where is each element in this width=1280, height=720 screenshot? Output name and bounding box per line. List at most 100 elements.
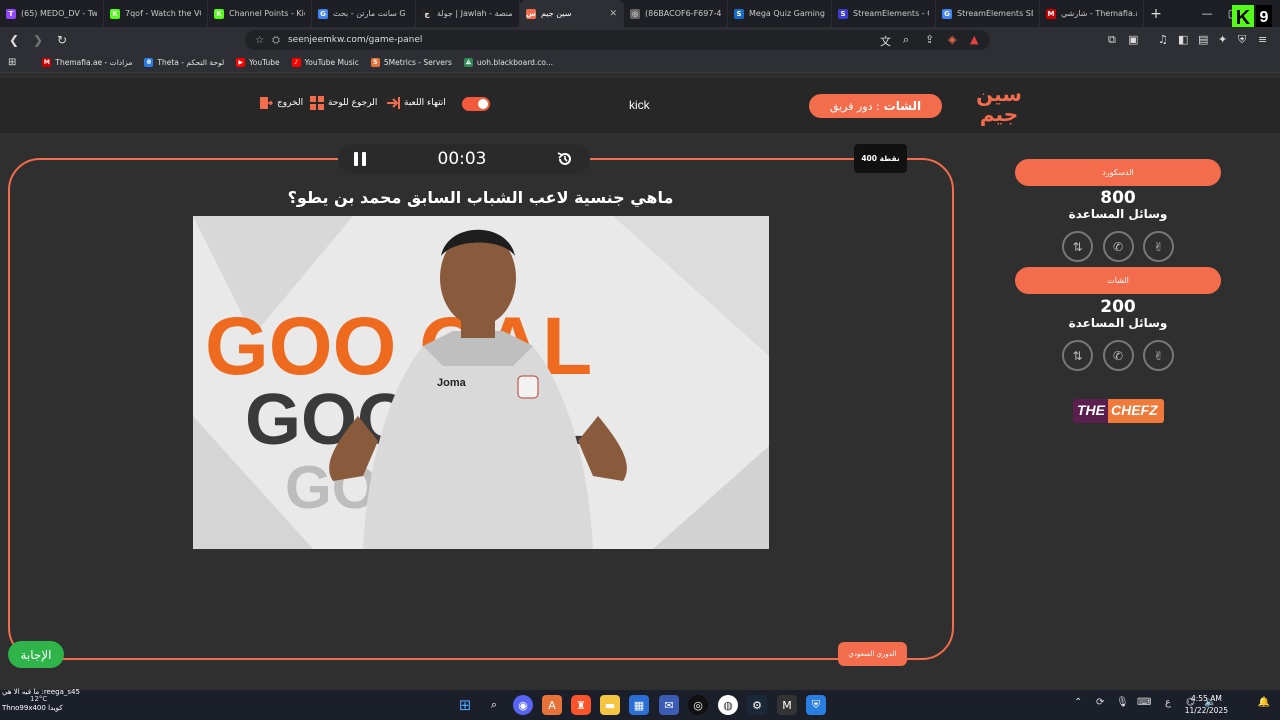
tab-favicon-icon: K bbox=[110, 8, 120, 19]
swap-question-icon[interactable]: ⇅ bbox=[1062, 340, 1093, 371]
sponsor-part-2: CHEFZ bbox=[1108, 399, 1164, 423]
browser-tab[interactable]: س سين جيم ✕ bbox=[520, 0, 624, 27]
tray-keyboard-icon[interactable]: ⌨ bbox=[1137, 697, 1151, 708]
vpn-icon[interactable]: ⛨ bbox=[1238, 33, 1246, 47]
app-a-icon[interactable]: A bbox=[542, 695, 562, 715]
pause-icon[interactable] bbox=[354, 152, 368, 166]
file-explorer-icon[interactable]: ▬ bbox=[600, 695, 620, 715]
zoom-icon[interactable]: ⌕ bbox=[903, 33, 909, 47]
browser-tab-strip: T (65) MEDO_DV - Twi K 7qof - Watch the VO K… bbox=[0, 0, 1280, 27]
browser-tab[interactable]: M شارشي - Themafia.ae bbox=[1040, 0, 1144, 27]
call-friend-icon[interactable]: ✆ bbox=[1102, 231, 1134, 262]
tray-language[interactable]: ع bbox=[1165, 697, 1171, 708]
bookmark-star-icon[interactable]: ☆ bbox=[255, 35, 264, 46]
bookmark-item[interactable]: ▶ YouTube bbox=[236, 58, 280, 67]
bookmark-item[interactable]: ⟁ uoh.blackboard.co... bbox=[463, 58, 554, 67]
tray-sync-icon[interactable]: ⟳ bbox=[1096, 697, 1104, 708]
bookmark-item[interactable]: θ Theta - لوحة التحكم bbox=[144, 58, 224, 67]
tab-title: سين جيم bbox=[541, 9, 572, 18]
screenshot-icon[interactable]: ▣ bbox=[1128, 33, 1138, 46]
apps-grid-icon[interactable]: ⊞ bbox=[8, 57, 16, 68]
tab-favicon-icon: G bbox=[318, 8, 328, 19]
store-icon[interactable]: ▦ bbox=[629, 695, 649, 715]
restart-timer-icon[interactable] bbox=[556, 150, 574, 168]
search-icon[interactable]: ⌕ bbox=[484, 695, 504, 715]
call-friend-icon[interactable]: ✆ bbox=[1102, 340, 1134, 371]
translate-icon[interactable]: 文 bbox=[880, 33, 891, 49]
back-to-board-button[interactable]: الرجوع للوحة bbox=[310, 96, 377, 110]
bookmark-item[interactable]: 5 5Metrics - Servers bbox=[370, 58, 452, 67]
new-tab-button[interactable]: + bbox=[1144, 6, 1168, 22]
media-icon[interactable]: ♫ bbox=[1158, 33, 1168, 46]
tab-favicon-icon: S bbox=[734, 8, 744, 19]
end-game-label: انتهاء اللعبة bbox=[404, 98, 446, 108]
seen-jeem-logo: سين جيم bbox=[975, 84, 1023, 128]
clock-time: 4:55 AM bbox=[1190, 694, 1222, 703]
url-text[interactable]: seenjeemkw.com/game-panel bbox=[288, 35, 422, 45]
app-mail-icon[interactable]: ✉ bbox=[659, 695, 679, 715]
end-game-button[interactable]: انتهاء اللعبة bbox=[386, 96, 446, 110]
browser-tab[interactable]: ◎ (86BACOF6-F697-42 bbox=[624, 0, 728, 27]
sidebar-icon[interactable]: ◧ bbox=[1178, 33, 1188, 46]
windows-start-icon[interactable]: ⊞ bbox=[455, 695, 475, 715]
bookmark-item[interactable]: M Themafia.ae - مزادات bbox=[42, 58, 132, 67]
notifications-icon[interactable]: 🔔 bbox=[1258, 697, 1270, 708]
windows-taskbar: ⊞ ⌕ ◉ A ♜ ▬ ▦ ✉ ◎ ◍ ⚙ M ⛨ bbox=[0, 690, 1280, 720]
tray-mic-icon[interactable]: 🎙 bbox=[1116, 697, 1129, 708]
close-tab-icon[interactable]: ✕ bbox=[609, 9, 617, 19]
double-answer-icon[interactable]: ✌ bbox=[1143, 231, 1174, 262]
minimize-button[interactable]: — bbox=[1194, 0, 1220, 27]
reload-icon[interactable]: ↻ bbox=[52, 33, 72, 47]
tray-chevron-icon[interactable]: ⌃ bbox=[1074, 697, 1082, 708]
app-m-icon[interactable]: M bbox=[777, 695, 797, 715]
clock-date: 11/22/2025 bbox=[1184, 706, 1228, 715]
address-bar[interactable]: ☆ ⛭ seenjeemkw.com/game-panel bbox=[245, 30, 990, 50]
mode-toggle[interactable] bbox=[462, 97, 490, 111]
swap-question-icon[interactable]: ⇅ bbox=[1062, 231, 1093, 262]
category-pill: الدوري السعودي bbox=[838, 642, 907, 666]
leo-ai-icon[interactable]: ✦ bbox=[1218, 33, 1227, 46]
app-shield-icon[interactable]: ⛨ bbox=[806, 695, 826, 715]
team-1-name-pill: الدسكورد bbox=[1015, 159, 1221, 186]
browser-tab[interactable]: G StreamElements SE bbox=[936, 0, 1040, 27]
bookmark-favicon-icon: M bbox=[42, 58, 52, 67]
share-icon[interactable]: ⇪ bbox=[925, 33, 934, 46]
toggle-switch[interactable] bbox=[462, 97, 490, 111]
show-answer-button[interactable]: الإجابة bbox=[8, 641, 64, 668]
stream-platform-label: kick bbox=[629, 98, 650, 112]
browser-tab[interactable]: K 7qof - Watch the VO bbox=[104, 0, 208, 27]
browser-tab[interactable]: G سانت مارتن - بحث G bbox=[312, 0, 416, 27]
forward-arrow-icon[interactable]: ❯ bbox=[28, 33, 48, 47]
extensions-icon[interactable]: ⧉ bbox=[1108, 33, 1116, 47]
bookmark-label: uoh.blackboard.co... bbox=[476, 58, 554, 67]
browser-tab[interactable]: ج جولة | Jawlah - منصة bbox=[416, 0, 520, 27]
exit-button[interactable]: الخروج bbox=[259, 96, 303, 110]
tab-favicon-icon: ج bbox=[422, 8, 432, 19]
double-answer-icon[interactable]: ✌ bbox=[1143, 340, 1174, 371]
discord-icon[interactable]: ◉ bbox=[513, 695, 533, 715]
brave-icon[interactable]: ♜ bbox=[571, 695, 591, 715]
chrome-icon[interactable]: ◍ bbox=[718, 695, 738, 715]
menu-icon[interactable]: ≡ bbox=[1258, 33, 1267, 46]
team-2-score: 200 bbox=[1100, 297, 1136, 317]
browser-tab[interactable]: S StreamElements - C bbox=[832, 0, 936, 27]
obs-icon[interactable]: ◎ bbox=[688, 695, 708, 715]
rewards-icon[interactable]: ▲ bbox=[970, 33, 978, 46]
tab-title: Mega Quiz Gaming bbox=[749, 9, 825, 18]
back-arrow-icon[interactable]: ❮ bbox=[4, 33, 24, 47]
browser-tab[interactable]: T (65) MEDO_DV - Twi bbox=[0, 0, 104, 27]
brave-shield-icon[interactable]: ◈ bbox=[948, 33, 956, 46]
tab-favicon-icon: M bbox=[1046, 8, 1056, 19]
system-clock[interactable]: 4:55 AM 11/22/2025 bbox=[1185, 693, 1228, 717]
player-photo: GOO OAL GOO OAL GOO OAL Joma bbox=[193, 216, 769, 549]
browser-tab[interactable]: S Mega Quiz Gaming bbox=[728, 0, 832, 27]
question-image: GOO OAL GOO OAL GOO OAL Joma bbox=[193, 216, 769, 549]
team-2-name-pill: الشات bbox=[1015, 267, 1221, 294]
tab-title: (86BACOF6-F697-42 bbox=[645, 9, 721, 18]
browser-tab[interactable]: K Channel Points - Kic bbox=[208, 0, 312, 27]
bookmark-item[interactable]: ♪ YouTube Music bbox=[291, 58, 359, 67]
wallet-icon[interactable]: ▤ bbox=[1198, 33, 1208, 46]
steam-icon[interactable]: ⚙ bbox=[747, 695, 767, 715]
tab-favicon-icon: ◎ bbox=[630, 8, 640, 19]
site-info-icon[interactable]: ⛭ bbox=[272, 35, 280, 46]
